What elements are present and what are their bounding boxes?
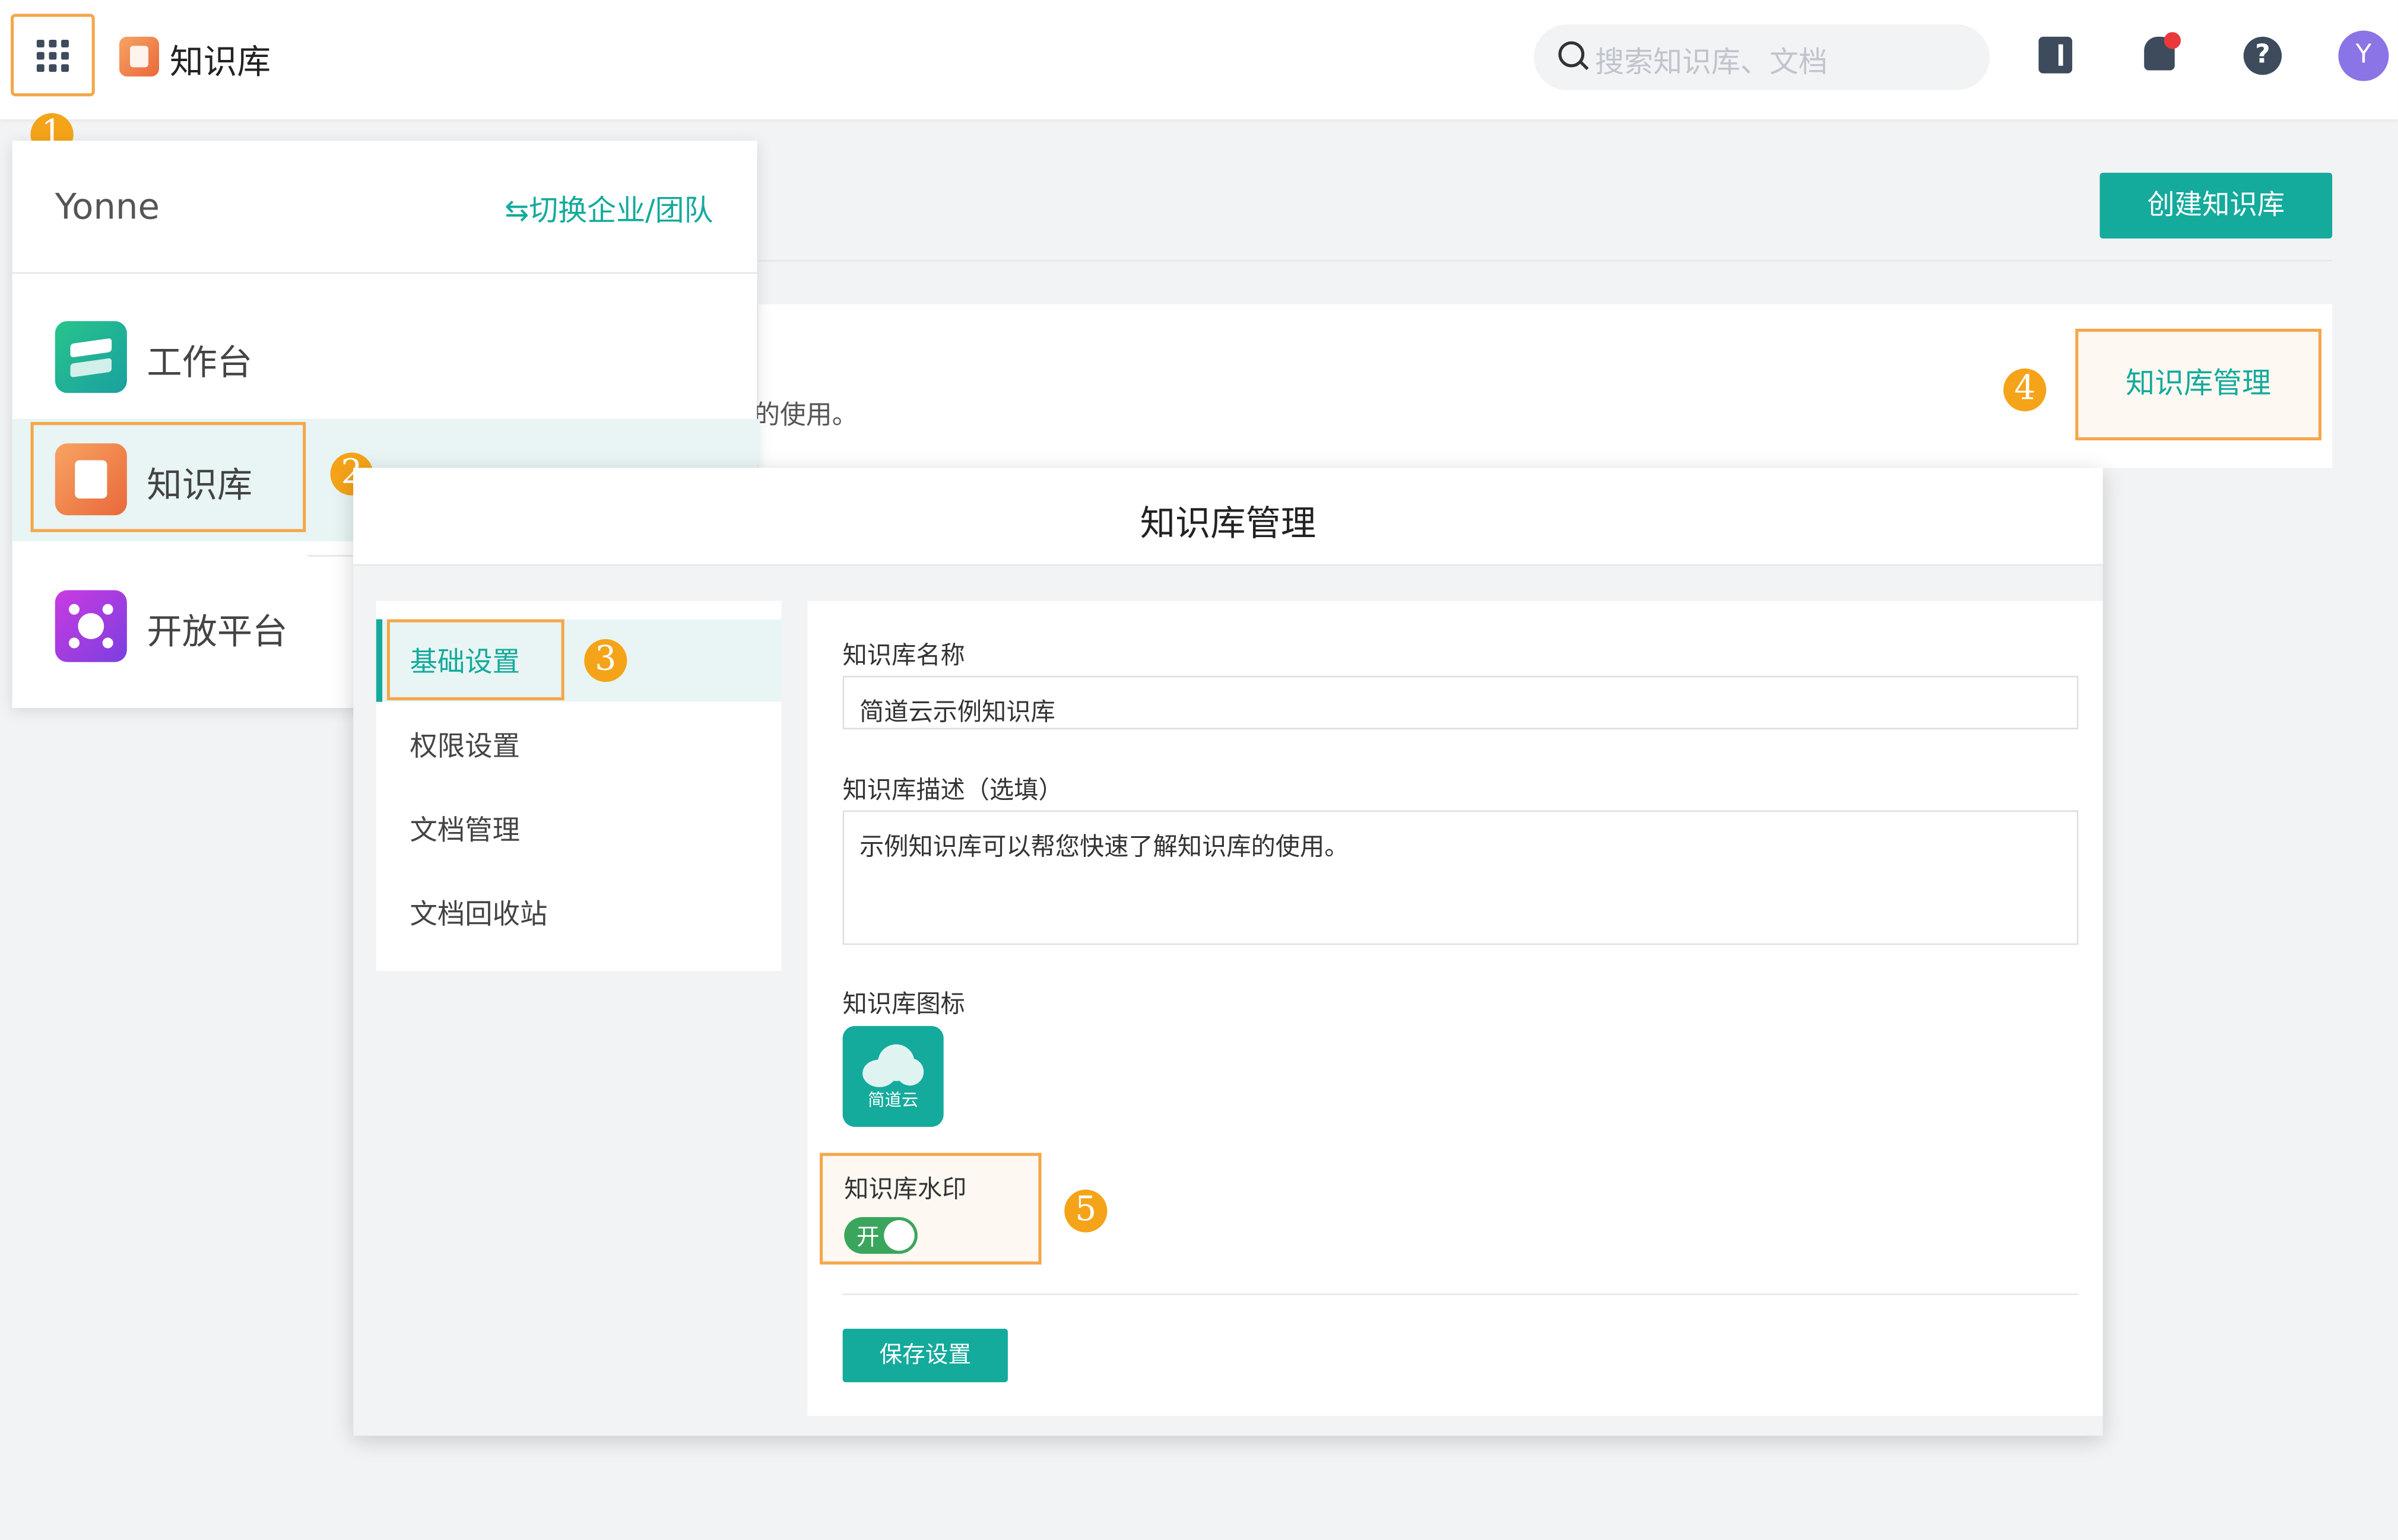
search-input[interactable]: 搜索知识库、文档: [1534, 24, 1990, 91]
save-settings-button[interactable]: 保存设置: [842, 1328, 1008, 1383]
step-marker-5: 5: [1064, 1189, 1108, 1233]
create-kb-button[interactable]: 创建知识库: [2099, 173, 2333, 239]
kb-logo-picker[interactable]: 简道云: [842, 1025, 944, 1127]
menu-item-label: 权限设置: [410, 731, 521, 763]
cloud-icon: [862, 1044, 924, 1087]
workbench-icon: [55, 321, 127, 393]
dialog-title: 知识库管理: [1140, 504, 1317, 545]
divider: [842, 1293, 2079, 1295]
menu-item-documents[interactable]: 文档管理: [376, 788, 782, 870]
avatar[interactable]: Y: [2338, 30, 2389, 81]
watermark-setting: 知识库水印 开: [820, 1152, 1042, 1265]
dialog-header: 知识库管理: [353, 468, 2103, 566]
switch-team-link[interactable]: ⇆切换企业/团队: [505, 188, 713, 230]
name-label: 知识库名称: [842, 640, 965, 670]
search-placeholder: 搜索知识库、文档: [1595, 46, 1828, 80]
highlight-box: [386, 619, 564, 701]
kb-desc-field[interactable]: 示例知识库可以帮您快速了解知识库的使用。: [842, 810, 2079, 945]
app-launcher-button[interactable]: [11, 14, 95, 97]
kb-card-description: 的使用。: [754, 401, 858, 431]
kb-manage-dialog: 知识库管理 基础设置 权限设置 文档管理 文档回收站 3 知识库名称 简道云示例…: [353, 468, 2103, 1436]
kb-manage-button[interactable]: 知识库管理: [2075, 328, 2322, 441]
highlight-box: [30, 422, 306, 532]
book-icon[interactable]: [2038, 36, 2073, 74]
desc-label: 知识库描述（选填）: [842, 775, 1063, 805]
basic-settings-form: 知识库名称 简道云示例知识库 知识库描述（选填） 示例知识库可以帮您快速了解知识…: [807, 601, 2103, 1416]
divider: [12, 272, 757, 274]
toggle-label: 开: [856, 1223, 880, 1251]
grid-icon: [36, 39, 69, 72]
current-user-name: Yonne: [55, 188, 160, 228]
watermark-toggle[interactable]: 开: [844, 1217, 918, 1254]
divider: [758, 260, 2333, 262]
switcher-item-label: 开放平台: [147, 613, 288, 653]
switcher-item-workbench[interactable]: 工作台: [12, 297, 757, 419]
search-icon: [1558, 41, 1585, 68]
switcher-item-label: 工作台: [147, 344, 253, 384]
step-marker-3: 3: [584, 639, 627, 682]
help-icon[interactable]: ?: [2243, 36, 2282, 75]
step-marker-4: 4: [2003, 368, 2047, 412]
watermark-label: 知识库水印: [844, 1174, 967, 1204]
notification-dot: [2164, 32, 2181, 49]
app-title: 知识库: [169, 44, 271, 83]
menu-item-label: 文档管理: [410, 815, 521, 847]
menu-item-label: 文档回收站: [410, 898, 548, 932]
kb-name-field[interactable]: 简道云示例知识库: [842, 675, 2079, 729]
kb-app-icon: [119, 36, 159, 77]
menu-item-permissions[interactable]: 权限设置: [376, 703, 782, 786]
active-row-extension: [306, 418, 760, 465]
toggle-knob: [884, 1220, 915, 1251]
settings-menu: 基础设置 权限设置 文档管理 文档回收站: [376, 601, 782, 971]
logo-text: 简道云: [868, 1090, 919, 1110]
bell-icon[interactable]: [2144, 32, 2181, 71]
icon-label: 知识库图标: [842, 989, 965, 1018]
open-platform-icon: [55, 590, 127, 662]
menu-item-recycle-bin[interactable]: 文档回收站: [376, 872, 782, 954]
